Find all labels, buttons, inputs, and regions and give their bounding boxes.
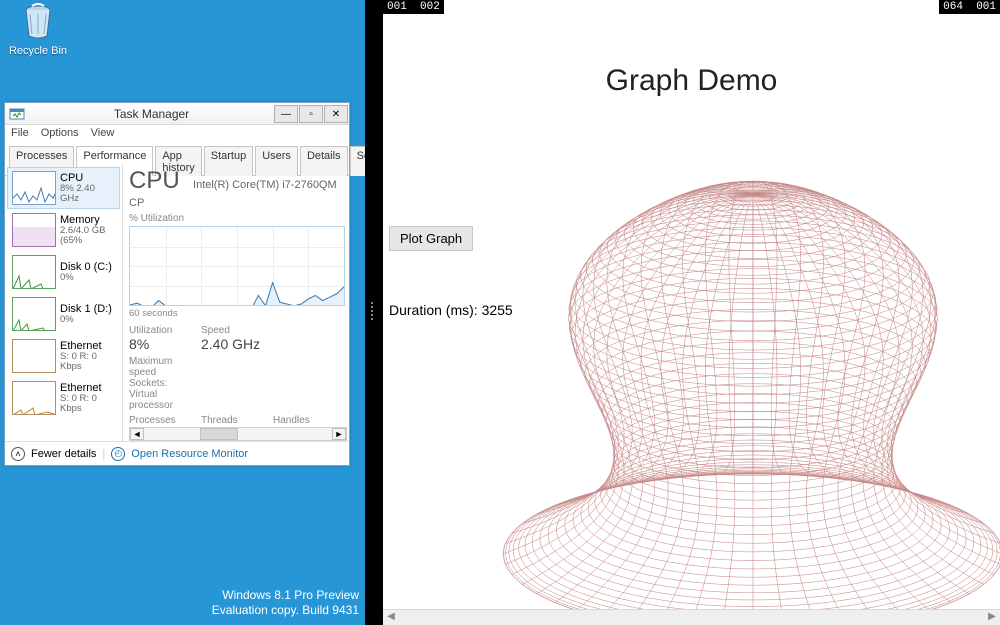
duration-value: 3255 (482, 302, 513, 318)
stat-label: Virtual processor (129, 389, 189, 411)
menu-view[interactable]: View (91, 127, 115, 141)
watermark: Windows 8.1 Pro Preview Evaluation copy.… (212, 588, 359, 619)
task-manager-window: Task Manager — ▫ ✕ File Options View Pro… (4, 102, 350, 466)
ruler-seg: 064 001 (939, 0, 1000, 14)
fewer-details-link[interactable]: Fewer details (31, 448, 96, 460)
sidebar-item-disk1[interactable]: Disk 1 (D:)0% (7, 293, 120, 335)
sidebar-item-ethernet-1[interactable]: EthernetS: 0 R: 0 Kbps (7, 377, 120, 419)
desktop-left: Recycle Bin Windows 8.1 Pro Preview Eval… (0, 0, 365, 625)
minimize-button[interactable]: — (274, 105, 298, 123)
resource-monitor-icon: ◴ (111, 447, 125, 461)
open-resource-monitor-link[interactable]: Open Resource Monitor (131, 448, 248, 460)
eth-thumb (12, 339, 56, 373)
sidebar-stat: 2.6/4.0 GB (65% (60, 226, 115, 247)
stat-label: Utilization (129, 325, 193, 336)
stat-value: 8% (129, 336, 193, 352)
perf-sidebar: CPU8% 2.40 GHz Memory2.6/4.0 GB (65% Dis… (5, 163, 123, 441)
splitter-bar[interactable] (365, 0, 383, 625)
stat-label: Sockets: (129, 378, 189, 389)
sidebar-item-cpu[interactable]: CPU8% 2.40 GHz (7, 167, 120, 209)
watermark-line1: Windows 8.1 Pro Preview (212, 588, 359, 604)
sidebar-item-memory[interactable]: Memory2.6/4.0 GB (65% (7, 209, 120, 251)
horizontal-scrollbar[interactable]: ◄ ► (129, 427, 347, 441)
ruler-seg: 001 002 (383, 0, 444, 14)
splitter-grip-icon (371, 302, 377, 322)
scroll-thumb[interactable] (200, 428, 238, 440)
close-button[interactable]: ✕ (324, 105, 348, 123)
sidebar-item-ethernet-0[interactable]: EthernetS: 0 R: 0 Kbps (7, 335, 120, 377)
cpu-graph (129, 226, 345, 306)
app-horizontal-scrollbar[interactable]: ◀ ▶ (383, 609, 1000, 625)
sidebar-label: Ethernet (60, 340, 115, 352)
app-title: Graph Demo (383, 64, 1000, 98)
disk-thumb (12, 255, 56, 289)
recycle-bin-label: Recycle Bin (8, 45, 68, 57)
cpu-heading: CPU (129, 167, 180, 195)
chevron-up-icon[interactable]: ˄ (11, 447, 25, 461)
scroll-left-icon[interactable]: ◄ (130, 428, 144, 440)
recycle-bin[interactable]: Recycle Bin (8, 2, 68, 57)
scroll-left-icon[interactable]: ◀ (383, 610, 399, 625)
scroll-right-icon[interactable]: ► (332, 428, 346, 440)
stat-label: Speed (201, 325, 281, 336)
cpu-thumb (12, 171, 56, 205)
sidebar-stat: 0% (60, 315, 112, 325)
sidebar-label: Memory (60, 214, 115, 226)
menubar: File Options View (5, 125, 349, 143)
task-manager-footer: ˄ Fewer details | ◴ Open Resource Monito… (5, 441, 349, 465)
stat-label: Maximum speed (129, 356, 189, 378)
graph-x-label: 60 seconds (129, 308, 345, 319)
eth-thumb (12, 381, 56, 415)
titlebar[interactable]: Task Manager — ▫ ✕ (5, 103, 349, 125)
graph-y-label: % Utilization (129, 213, 345, 224)
sidebar-item-disk0[interactable]: Disk 0 (C:)0% (7, 251, 120, 293)
scroll-right-icon[interactable]: ▶ (984, 610, 1000, 625)
memory-thumb (12, 213, 56, 247)
sidebar-stat: S: 0 R: 0 Kbps (60, 394, 115, 415)
stat-label: Processes (129, 415, 193, 426)
ruler-bar: 001 002 064 001 (383, 0, 1000, 14)
sidebar-label: Disk 1 (D:) (60, 303, 112, 315)
sidebar-label: Disk 0 (C:) (60, 261, 112, 273)
sidebar-stat: 0% (60, 273, 112, 283)
menu-file[interactable]: File (11, 127, 29, 141)
app-icon (9, 106, 25, 122)
stat-label: Handles (273, 415, 337, 426)
recycle-bin-icon (18, 2, 58, 42)
sidebar-label: Ethernet (60, 382, 115, 394)
graph-demo-app: 001 002 064 001 Graph Demo Plot Graph Du… (383, 0, 1000, 625)
watermark-line2: Evaluation copy. Build 9431 (212, 603, 359, 619)
duration-label: Duration (ms): (389, 302, 482, 318)
sidebar-stat: S: 0 R: 0 Kbps (60, 352, 115, 373)
stat-value: 2.40 GHz (201, 336, 281, 352)
window-title: Task Manager (29, 107, 274, 121)
plot-graph-button[interactable]: Plot Graph (389, 226, 473, 251)
sidebar-stat: 8% 2.40 GHz (60, 184, 115, 205)
maximize-button[interactable]: ▫ (299, 105, 323, 123)
cpu-stats-grid: Utilization8% Speed2.40 GHz Maximum spee… (129, 325, 345, 441)
stat-label: Threads (201, 415, 265, 426)
perf-main: CPU Intel(R) Core(TM) i7-2760QM CP % Uti… (123, 163, 349, 441)
duration-readout: Duration (ms): 3255 (389, 302, 513, 318)
menu-options[interactable]: Options (41, 127, 79, 141)
disk-thumb (12, 297, 56, 331)
sidebar-label: CPU (60, 172, 115, 184)
